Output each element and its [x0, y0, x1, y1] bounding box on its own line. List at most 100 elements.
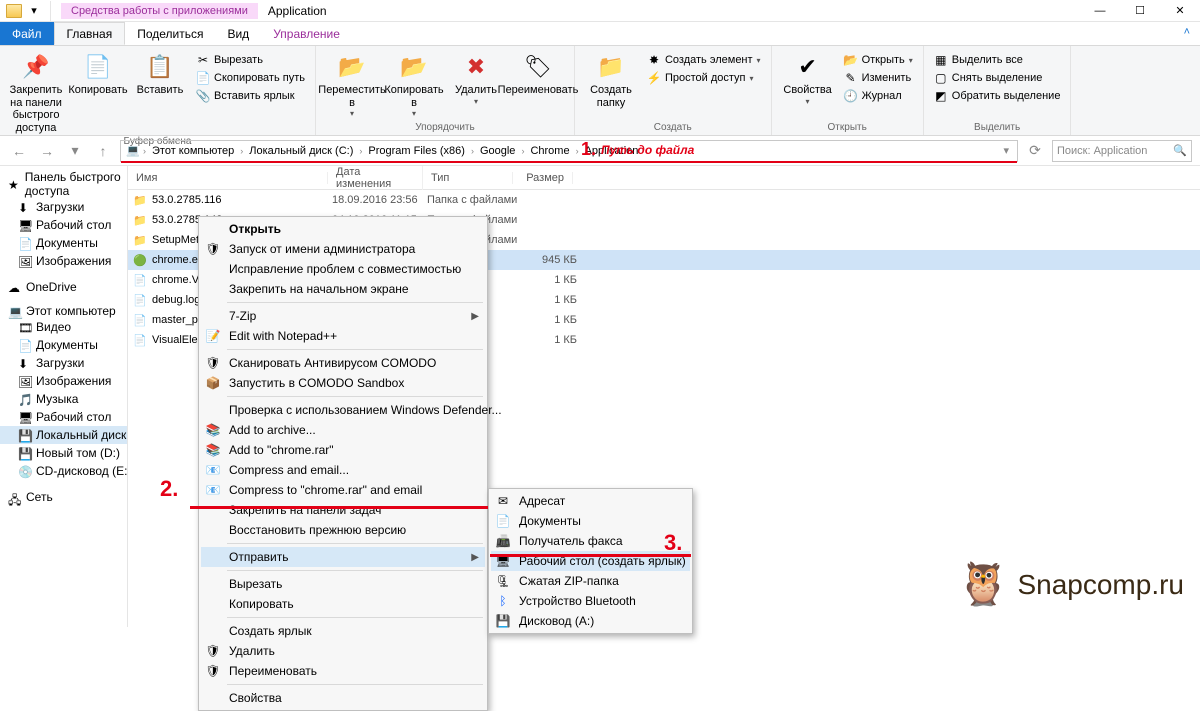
sidebar-item-documents[interactable]: 📄Документы — [0, 234, 127, 252]
sidebar-item-desktop[interactable]: 🖥Рабочий стол — [0, 216, 127, 234]
sidebar-this-pc[interactable]: 💻Этот компьютер — [0, 304, 127, 318]
minimize-button[interactable]: — — [1080, 0, 1120, 22]
nav-recent-button[interactable]: ▾ — [64, 140, 86, 162]
crumb-1[interactable]: Локальный диск (C:) — [245, 145, 357, 157]
sendto-fax[interactable]: 📠Получатель факса — [491, 531, 690, 551]
ctx-add-chrome-rar[interactable]: 📚Add to "chrome.rar" — [201, 440, 485, 460]
open-button[interactable]: 📂Открыть — [842, 52, 915, 68]
addr-dropdown-icon[interactable]: ▾ — [999, 144, 1013, 157]
nav-forward-button[interactable]: → — [36, 140, 58, 162]
pin-quick-access-button[interactable]: 📌Закрепить на панели быстрого доступа — [8, 48, 64, 135]
qat-down-icon[interactable]: ▾ — [26, 3, 42, 19]
ctx-open[interactable]: Открыть — [201, 219, 485, 239]
tab-manage[interactable]: Управление — [261, 22, 352, 45]
ctx-pin-start[interactable]: Закрепить на начальном экране — [201, 279, 485, 299]
history-button[interactable]: 🕘Журнал — [842, 88, 915, 104]
file-row[interactable]: 📁 53.0.2785.116 18.09.2016 23:56 Папка с… — [128, 190, 1200, 210]
ribbon-collapse-icon[interactable]: ˄ — [1174, 22, 1200, 45]
delete-button[interactable]: ✖Удалить — [448, 48, 504, 106]
refresh-button[interactable]: ⟳ — [1024, 140, 1046, 162]
tab-share[interactable]: Поделиться — [125, 22, 215, 45]
sidebar-item-music[interactable]: 🎵Музыка — [0, 390, 127, 408]
nav-back-button[interactable]: ← — [8, 140, 30, 162]
ctx-compat[interactable]: Исправление проблем с совместимостью — [201, 259, 485, 279]
sidebar-item-dl[interactable]: ⬇Загрузки — [0, 354, 127, 372]
close-button[interactable]: ✕ — [1160, 0, 1200, 22]
sendto-documents[interactable]: 📄Документы — [491, 511, 690, 531]
sidebar-item-downloads[interactable]: ⬇Загрузки — [0, 198, 127, 216]
crumb-2[interactable]: Program Files (x86) — [364, 145, 469, 157]
sidebar-item-video[interactable]: 🎞Видео — [0, 318, 127, 336]
paste-button[interactable]: 📋Вставить — [132, 48, 188, 97]
address-bar[interactable]: 💻 › Этот компьютер› Локальный диск (C:)›… — [120, 140, 1018, 162]
sendto-submenu: ✉Адресат 📄Документы 📠Получатель факса 🖥Р… — [488, 488, 693, 634]
ctx-add-archive[interactable]: 📚Add to archive... — [201, 420, 485, 440]
sidebar-item-d[interactable]: 💾Новый том (D:) — [0, 444, 127, 462]
select-invert-button[interactable]: ◩Обратить выделение — [932, 88, 1063, 104]
sidebar-item-desk[interactable]: 🖥Рабочий стол — [0, 408, 127, 426]
sendto-drive-a[interactable]: 💾Дисковод (A:) — [491, 611, 690, 631]
ctx-compress-email[interactable]: 📧Compress and email... — [201, 460, 485, 480]
edit-button[interactable]: ✎Изменить — [842, 70, 915, 86]
easy-access-button[interactable]: ⚡Простой доступ — [645, 70, 763, 86]
newitem-icon: ✸ — [647, 53, 661, 67]
tab-home[interactable]: Главная — [54, 22, 126, 45]
sendto-bluetooth[interactable]: ᛒУстройство Bluetooth — [491, 591, 690, 611]
select-all-button[interactable]: ▦Выделить все — [932, 52, 1063, 68]
paste-shortcut-button[interactable]: 📎Вставить ярлык — [194, 88, 307, 104]
col-name[interactable]: Имя — [128, 172, 328, 184]
search-input[interactable]: Поиск: Application 🔍 — [1052, 140, 1192, 162]
crumb-3[interactable]: Google — [476, 145, 519, 157]
move-to-button[interactable]: 📂Переместить в — [324, 48, 380, 118]
sidebar-item-c[interactable]: 💾Локальный диск (C:) — [0, 426, 127, 444]
ctx-comodo-scan[interactable]: 🛡Сканировать Антивирусом COMODO — [201, 353, 485, 373]
ctx-compress-chrome-email[interactable]: 📧Compress to "chrome.rar" and email — [201, 480, 485, 500]
ctx-pin-taskbar[interactable]: Закрепить на панели задач — [201, 500, 485, 520]
ctx-7zip[interactable]: 7-Zip▶ — [201, 306, 485, 326]
new-folder-button[interactable]: 📁Создать папку — [583, 48, 639, 109]
context-menu: Открыть 🛡Запуск от имени администратора … — [198, 216, 488, 711]
copy-path-button[interactable]: 📄Скопировать путь — [194, 70, 307, 86]
copyto-icon: 📂 — [399, 52, 429, 82]
crumb-0[interactable]: Этот компьютер — [148, 145, 238, 157]
sidebar-item-pics[interactable]: 🖼Изображения — [0, 372, 127, 390]
ctx-create-shortcut[interactable]: Создать ярлык — [201, 621, 485, 641]
rename-button[interactable]: 🏷Переименовать — [510, 48, 566, 97]
ctx-delete[interactable]: 🛡Удалить — [201, 641, 485, 661]
col-date[interactable]: Дата изменения — [328, 166, 423, 190]
quick-access-toolbar: ▾ — [0, 1, 61, 21]
sidebar-quick-access[interactable]: ★Панель быстрого доступа — [0, 170, 127, 198]
properties-button[interactable]: ✔Свойства — [780, 48, 836, 106]
sidebar-network[interactable]: 🖧Сеть — [0, 490, 127, 504]
copy-button[interactable]: 📄Копировать — [70, 48, 126, 97]
ctx-notepadpp[interactable]: 📝Edit with Notepad++ — [201, 326, 485, 346]
crumb-4[interactable]: Chrome — [526, 145, 573, 157]
col-size[interactable]: Размер — [513, 172, 573, 184]
sidebar-item-pictures[interactable]: 🖼Изображения — [0, 252, 127, 270]
sidebar-item-e[interactable]: 💿CD-дисковод (E:) — [0, 462, 127, 480]
ctx-send[interactable]: Отправить▶ — [201, 547, 485, 567]
file-list: Имя Дата изменения Тип Размер 📁 53.0.278… — [128, 166, 1200, 627]
ctx-run-admin[interactable]: 🛡Запуск от имени администратора — [201, 239, 485, 259]
sendto-zip[interactable]: 🗜Сжатая ZIP-папка — [491, 571, 690, 591]
tab-file[interactable]: Файл — [0, 22, 54, 45]
ctx-rename[interactable]: 🛡Переименовать — [201, 661, 485, 681]
col-type[interactable]: Тип — [423, 172, 513, 184]
new-item-button[interactable]: ✸Создать элемент — [645, 52, 763, 68]
cut-button[interactable]: ✂Вырезать — [194, 52, 307, 68]
select-none-button[interactable]: ▢Снять выделение — [932, 70, 1063, 86]
sidebar-onedrive[interactable]: ☁OneDrive — [0, 280, 127, 294]
ctx-restore[interactable]: Восстановить прежнюю версию — [201, 520, 485, 540]
tab-view[interactable]: Вид — [215, 22, 261, 45]
ctx-copy[interactable]: Копировать — [201, 594, 485, 614]
ctx-properties[interactable]: Свойства — [201, 688, 485, 708]
maximize-button[interactable]: ☐ — [1120, 0, 1160, 22]
ctx-cut[interactable]: Вырезать — [201, 574, 485, 594]
ctx-defender[interactable]: Проверка с использованием Windows Defend… — [201, 400, 485, 420]
copy-to-button[interactable]: 📂Копировать в — [386, 48, 442, 118]
sidebar-item-docs[interactable]: 📄Документы — [0, 336, 127, 354]
sendto-addressee[interactable]: ✉Адресат — [491, 491, 690, 511]
nav-up-button[interactable]: ↑ — [92, 140, 114, 162]
column-headers[interactable]: Имя Дата изменения Тип Размер — [128, 166, 1200, 190]
ctx-comodo-sandbox[interactable]: 📦Запустить в COMODO Sandbox — [201, 373, 485, 393]
